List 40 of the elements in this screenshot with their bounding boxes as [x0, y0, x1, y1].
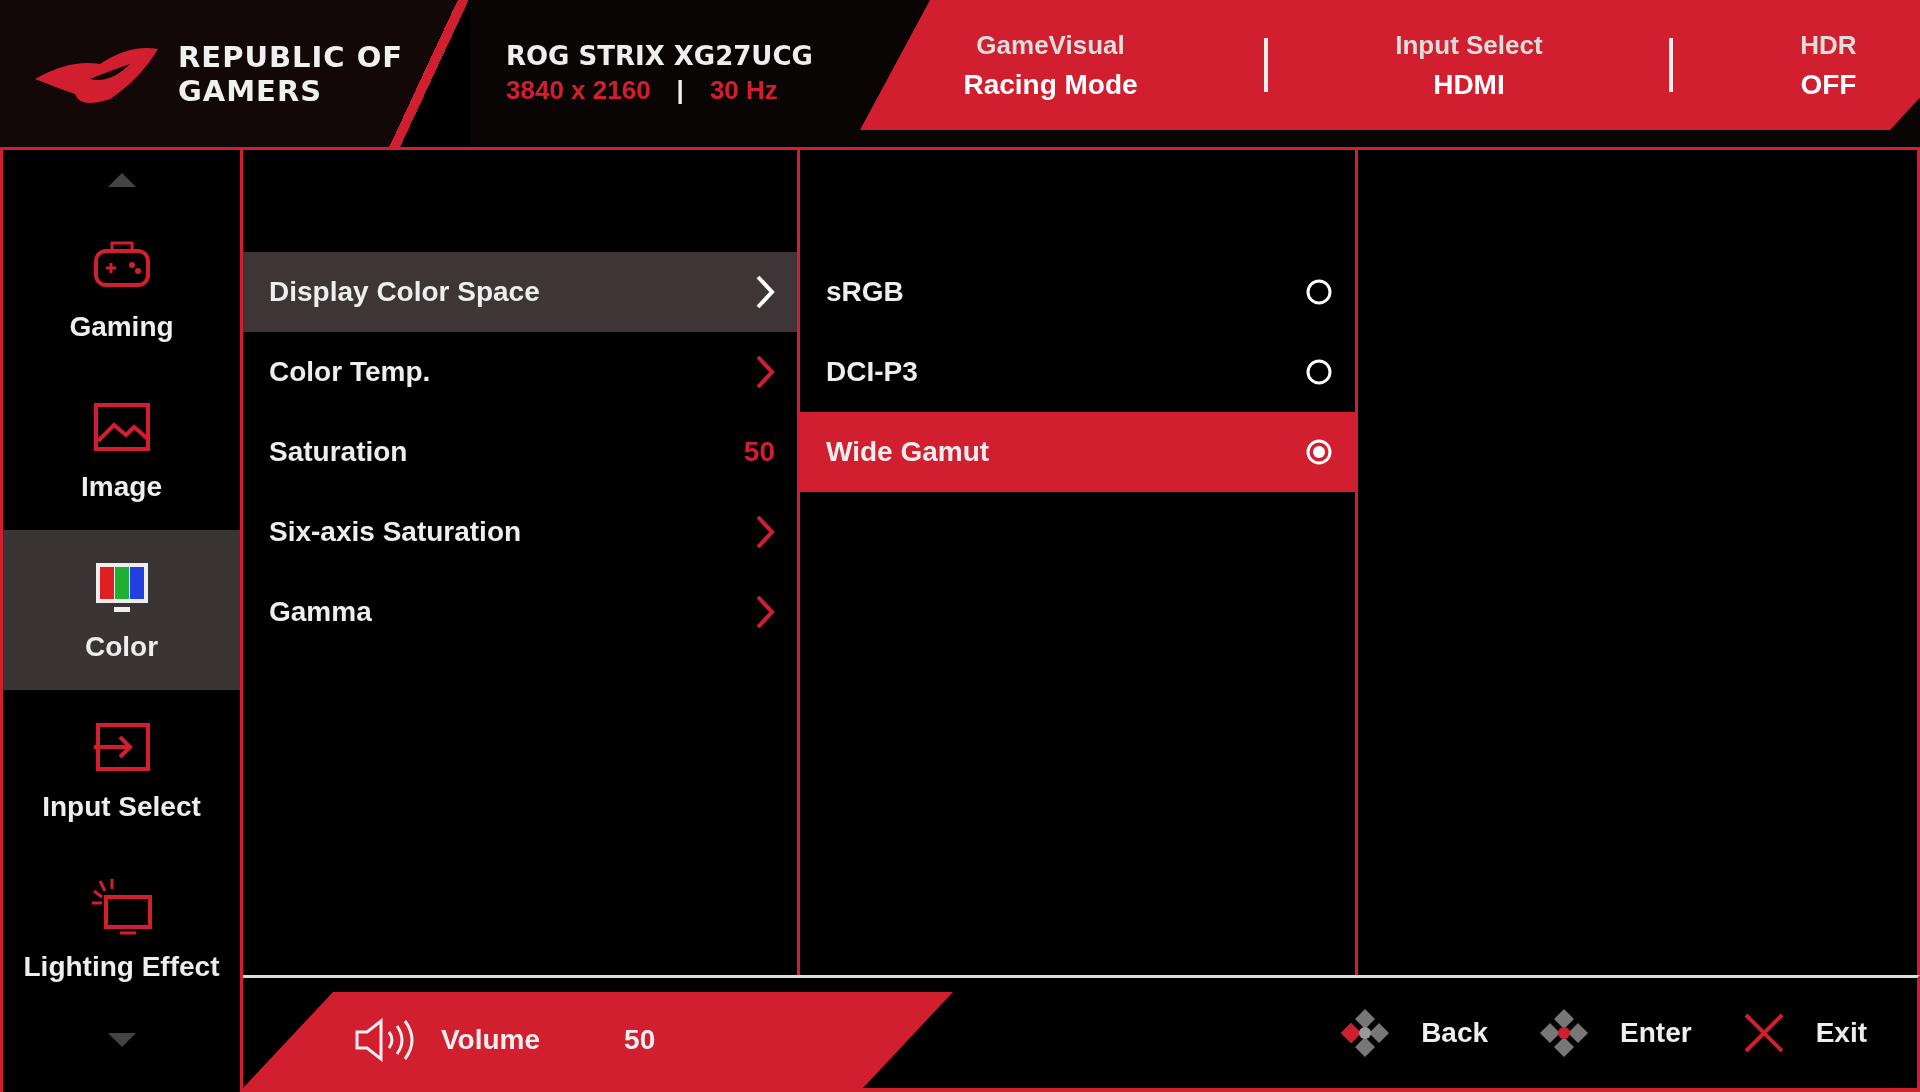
menu-item[interactable]: Saturation 50 — [243, 412, 797, 492]
status-value: HDMI — [1433, 68, 1505, 101]
joystick-left-icon — [1339, 1007, 1392, 1059]
menu-item[interactable]: Display Color Space — [243, 252, 797, 332]
chevron-right-icon — [755, 274, 775, 310]
chevron-right-icon — [755, 354, 775, 390]
setting-value: 50 — [743, 436, 775, 468]
lighting-icon — [89, 877, 154, 937]
status-value: Racing Mode — [963, 68, 1138, 101]
status-label: Input Select — [1395, 29, 1543, 61]
sidebar-item[interactable]: Lighting Effect — [3, 850, 240, 1010]
radio-button[interactable] — [1305, 438, 1333, 466]
option-item[interactable]: Wide Gamut — [800, 412, 1355, 492]
joystick-press-icon — [1538, 1007, 1591, 1059]
chevron-right-icon — [755, 594, 775, 630]
sidebar-item[interactable]: Input Select — [3, 690, 240, 850]
sidebar-item[interactable]: Color — [3, 530, 240, 690]
menu-item[interactable]: Six-axis Saturation — [243, 492, 797, 572]
sidebar-item[interactable]: Image — [3, 370, 240, 530]
hint-label: Enter — [1620, 1017, 1692, 1049]
option-item[interactable]: sRGB — [800, 252, 1355, 332]
radio-button[interactable] — [1305, 358, 1333, 386]
menu-item[interactable]: Color Temp. — [243, 332, 797, 412]
status-label: GameVisual — [976, 29, 1125, 61]
volume-label: Volume — [441, 1024, 541, 1056]
brand-name: REPUBLIC OF GAMERS — [178, 39, 405, 108]
model-name: ROG STRIX XG27UCG — [506, 41, 814, 71]
option-item[interactable]: DCI-P3 — [800, 332, 1355, 412]
menu-item[interactable]: Gamma — [243, 572, 797, 652]
radio-button[interactable] — [1305, 278, 1333, 306]
status-label: HDR — [1800, 29, 1857, 61]
sidebar-item[interactable]: Gaming — [3, 210, 240, 370]
hint-label: Exit — [1815, 1017, 1867, 1049]
status-value: OFF — [1800, 68, 1857, 101]
resolution: 3840 x 2160 — [506, 75, 651, 106]
separator: | — [676, 75, 684, 106]
volume-value: 50 — [624, 1024, 656, 1056]
hint-label: Back — [1421, 1017, 1489, 1049]
chevron-right-icon — [755, 514, 775, 550]
refresh-rate: 30 Hz — [709, 75, 778, 106]
